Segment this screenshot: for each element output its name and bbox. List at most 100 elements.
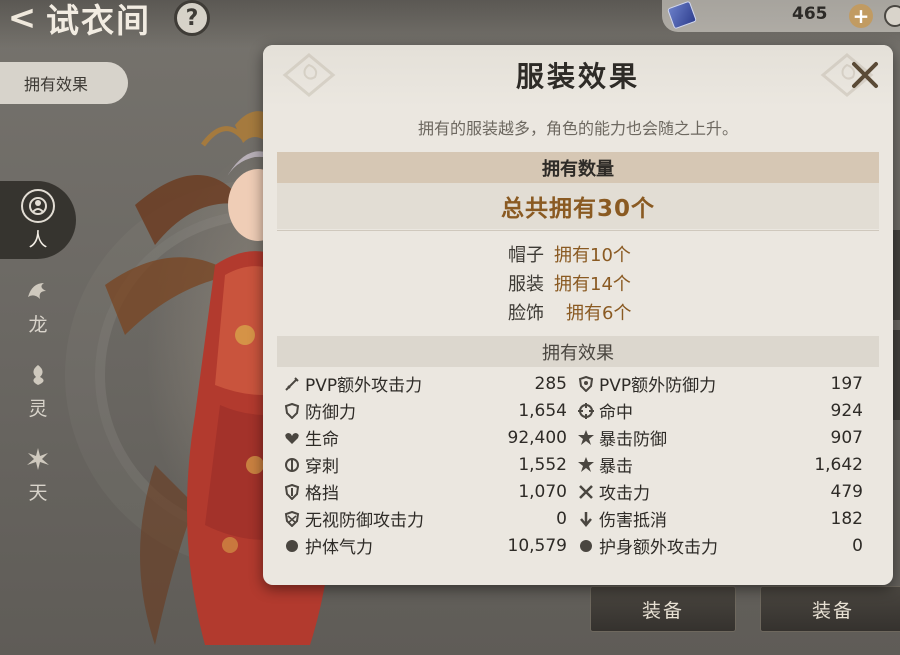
stat-value: 197 <box>830 373 863 394</box>
stat-name: 攻击力 <box>599 484 650 504</box>
guard-attack-icon <box>575 535 597 556</box>
stat-row: 生命 92,400 <box>281 424 567 451</box>
stat-value: 0 <box>852 535 863 556</box>
equip-button[interactable]: 装备 <box>760 586 900 632</box>
category-dragon[interactable]: 龙 <box>0 266 76 344</box>
down-arrow-icon <box>575 508 597 530</box>
equip-button[interactable]: 装备 <box>590 586 736 632</box>
close-button[interactable] <box>847 57 883 93</box>
crosshair-icon <box>575 400 597 422</box>
stat-name: 防御力 <box>305 403 356 423</box>
stat-name: 伤害抵消 <box>599 511 667 531</box>
stat-name: 暴击 <box>599 457 633 477</box>
stat-value: 0 <box>556 508 567 529</box>
guard-icon <box>281 535 303 556</box>
category-spirit[interactable]: 灵 <box>0 350 76 428</box>
right-panel-edge <box>893 330 900 420</box>
stat-value: 182 <box>830 508 863 529</box>
heaven-emblem-icon <box>21 442 55 476</box>
category-person[interactable]: 人 <box>0 181 76 259</box>
category-label: 灵 <box>28 397 48 420</box>
stat-value: 907 <box>830 427 863 448</box>
stat-row: 暴击防御 907 <box>575 424 863 451</box>
count-row-costume: 服装 拥有14个 <box>277 268 879 297</box>
stat-name: PVP额外攻击力 <box>305 376 423 396</box>
currency-display: 465 + <box>662 0 900 32</box>
category-label: 龙 <box>28 313 48 336</box>
owned-effects-header: 拥有效果 <box>277 336 879 367</box>
stat-row: 防御力 1,654 <box>281 397 567 424</box>
stat-name: 无视防御攻击力 <box>305 511 424 531</box>
page-title: 试衣间 <box>46 1 151 40</box>
stat-row: 命中 924 <box>575 397 863 424</box>
equip-button-label: 装备 <box>641 599 684 622</box>
count-name: 服装 <box>508 273 544 295</box>
question-icon: ? <box>185 5 199 31</box>
add-currency-button[interactable]: + <box>849 4 873 28</box>
stat-row: 无视防御攻击力 0 <box>281 505 567 532</box>
stat-name: PVP额外防御力 <box>599 376 717 396</box>
count-name: 帽子 <box>508 244 544 266</box>
stat-row: 攻击力 479 <box>575 478 863 505</box>
pierce-icon <box>281 454 303 476</box>
shield-icon <box>281 400 303 422</box>
spirit-emblem-icon <box>21 358 55 392</box>
stats-list[interactable]: PVP额外攻击力 285 防御力 1,654 生命 92,400 穿刺 1,55… <box>277 370 879 555</box>
owned-effect-tab-label: 拥有效果 <box>24 75 89 94</box>
stat-value: 924 <box>830 400 863 421</box>
stat-name: 护身额外攻击力 <box>599 538 718 555</box>
category-label: 天 <box>28 481 48 504</box>
close-icon <box>852 62 878 88</box>
category-heaven[interactable]: 天 <box>0 434 76 512</box>
equip-button-label: 装备 <box>811 599 854 622</box>
stat-row: 护身额外攻击力 0 <box>575 532 863 555</box>
stat-name: 穿刺 <box>305 457 339 477</box>
stat-name: 护体气力 <box>305 538 373 555</box>
stat-row: 护体气力 10,579 <box>281 532 567 555</box>
owned-counts: 帽子 拥有10个 服装 拥有14个 脸饰 拥有6个 <box>277 239 879 326</box>
stat-row: PVP额外攻击力 285 <box>281 370 567 397</box>
count-row-hat: 帽子 拥有10个 <box>277 239 879 268</box>
back-arrow-icon: < <box>7 0 37 38</box>
stat-name: 暴击防御 <box>599 430 667 450</box>
count-name: 脸饰 <box>508 302 544 324</box>
stat-value: 479 <box>830 481 863 502</box>
owned-effect-tab[interactable]: 拥有效果 <box>0 62 128 104</box>
outfit-effect-dialog: 服装效果 拥有的服装越多，角色的能力也会随之上升。 拥有数量 总共拥有30个 帽… <box>263 45 893 585</box>
stat-value: 10,579 <box>507 535 567 556</box>
stat-value: 92,400 <box>507 427 567 448</box>
stat-row: 暴击 1,642 <box>575 451 863 478</box>
count-row-face: 脸饰 拥有6个 <box>277 297 879 326</box>
stat-value: 1,654 <box>518 400 567 421</box>
settings-icon[interactable] <box>884 5 900 27</box>
critical-defense-icon <box>575 427 597 449</box>
stat-name: 生命 <box>305 430 339 450</box>
stat-row: 穿刺 1,552 <box>281 451 567 478</box>
dragon-emblem-icon <box>21 274 55 308</box>
heart-icon <box>281 427 303 449</box>
plus-icon: + <box>852 4 870 28</box>
stat-row: 伤害抵消 182 <box>575 505 863 532</box>
block-shield-icon <box>281 481 303 503</box>
crossed-swords-icon <box>575 481 597 503</box>
stat-name: 格挡 <box>305 484 339 504</box>
count-value: 拥有14个 <box>554 273 631 295</box>
count-value: 拥有10个 <box>554 244 631 266</box>
back-button[interactable]: < <box>0 0 44 36</box>
stat-name: 命中 <box>599 403 633 423</box>
person-emblem-icon <box>21 188 55 223</box>
crystal-icon <box>666 0 698 30</box>
total-owned: 总共拥有30个 <box>277 183 879 229</box>
ignore-defense-icon <box>281 508 303 530</box>
stat-value: 1,070 <box>518 481 567 502</box>
stat-row: PVP额外防御力 197 <box>575 370 863 397</box>
sword-icon <box>281 373 303 395</box>
owned-count-header: 拥有数量 <box>277 152 879 183</box>
dialog-title: 服装效果 <box>515 60 640 93</box>
critical-icon <box>575 454 597 476</box>
right-panel-edge <box>893 230 900 320</box>
currency-amount: 465 <box>792 4 828 24</box>
divider <box>277 230 879 231</box>
help-button[interactable]: ? <box>174 0 210 36</box>
stat-row: 格挡 1,070 <box>281 478 567 505</box>
